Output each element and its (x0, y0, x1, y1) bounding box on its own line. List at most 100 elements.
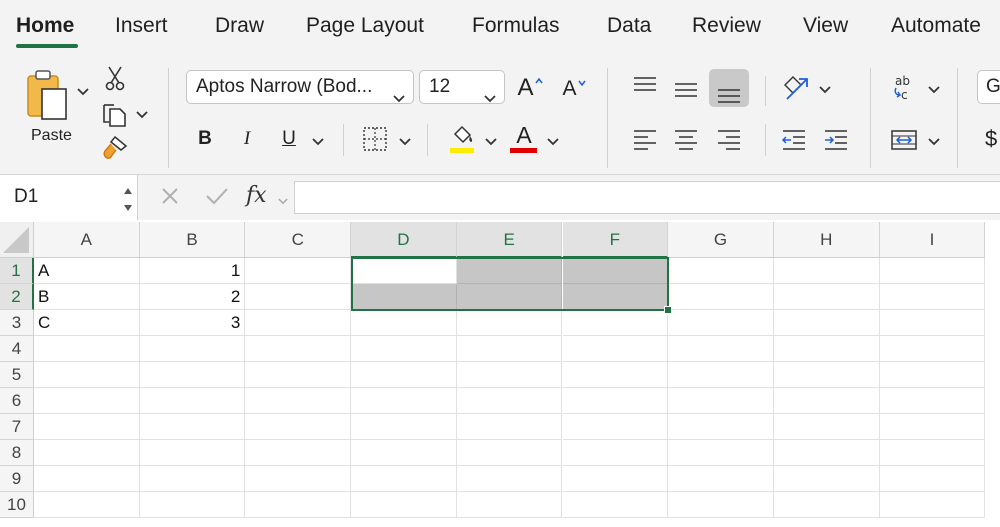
cell-b3[interactable]: 3 (139, 310, 246, 336)
cell-b1[interactable]: 1 (139, 258, 246, 284)
fill-handle[interactable] (664, 306, 672, 314)
cut-button[interactable] (103, 64, 127, 92)
tab-insert[interactable]: Insert (115, 14, 168, 38)
font-name-dropdown[interactable]: Aptos Narrow (Bod... (186, 70, 414, 104)
column-header-e[interactable]: E (456, 222, 563, 258)
cell-d5[interactable] (351, 362, 457, 388)
cell-f3[interactable] (562, 310, 669, 336)
cell-a3[interactable]: C (34, 310, 140, 336)
cell-e1[interactable] (456, 258, 563, 284)
cell-f4[interactable] (562, 336, 669, 362)
cell-h1[interactable] (773, 258, 880, 284)
copy-button[interactable] (100, 100, 128, 128)
cell-c3[interactable] (245, 310, 352, 336)
cell-c7[interactable] (245, 414, 352, 440)
align-top-button[interactable] (631, 72, 659, 100)
cell-c9[interactable] (245, 466, 352, 492)
cell-d7[interactable] (351, 414, 457, 440)
cell-a6[interactable] (34, 388, 140, 414)
cell-f6[interactable] (562, 388, 669, 414)
decrease-indent-button[interactable] (780, 126, 808, 154)
underline-options-chevron[interactable] (312, 136, 324, 148)
cell-a10[interactable] (34, 492, 140, 518)
enter-entry-button[interactable] (205, 186, 229, 212)
row-header-9[interactable]: 9 (0, 466, 34, 492)
cell-b9[interactable] (139, 466, 246, 492)
cell-h10[interactable] (773, 492, 880, 518)
tab-formulas[interactable]: Formulas (472, 14, 560, 38)
cell-h6[interactable] (773, 388, 880, 414)
row-header-4[interactable]: 4 (0, 336, 34, 362)
wrap-text-options-chevron[interactable] (928, 84, 940, 96)
cell-f2[interactable] (562, 284, 669, 310)
borders-button[interactable] (361, 125, 389, 153)
cell-f9[interactable] (562, 466, 669, 492)
cancel-entry-button[interactable] (160, 186, 180, 212)
merge-center-button[interactable] (889, 126, 919, 154)
cell-d3[interactable] (351, 310, 457, 336)
cell-b8[interactable] (139, 440, 246, 466)
column-header-i[interactable]: I (879, 222, 986, 258)
cell-i8[interactable] (879, 440, 986, 466)
underline-button[interactable]: U (276, 124, 302, 154)
name-box[interactable]: D1 (0, 175, 138, 220)
font-color-options-chevron[interactable] (547, 136, 559, 148)
cell-f1[interactable] (562, 258, 669, 284)
function-options-chevron[interactable] (277, 195, 289, 207)
font-size-dropdown[interactable]: 12 (419, 70, 505, 104)
cell-e6[interactable] (456, 388, 563, 414)
cell-i3[interactable] (879, 310, 986, 336)
copy-options-chevron[interactable] (136, 109, 148, 121)
cell-d8[interactable] (351, 440, 457, 466)
align-center-button[interactable] (672, 126, 700, 154)
currency-format-button[interactable]: $ (985, 124, 1000, 154)
italic-button[interactable]: I (234, 124, 260, 154)
orientation-button[interactable] (780, 72, 812, 104)
cell-e7[interactable] (456, 414, 563, 440)
tab-review[interactable]: Review (692, 14, 761, 38)
cell-a2[interactable]: B (34, 284, 140, 310)
wrap-text-button[interactable]: ab c (889, 72, 921, 104)
insert-function-button[interactable]: fx (246, 183, 267, 208)
column-header-h[interactable]: H (773, 222, 880, 258)
cell-d6[interactable] (351, 388, 457, 414)
fill-color-options-chevron[interactable] (485, 136, 497, 148)
cell-d9[interactable] (351, 466, 457, 492)
cell-e3[interactable] (456, 310, 563, 336)
cell-c8[interactable] (245, 440, 352, 466)
cell-e9[interactable] (456, 466, 563, 492)
formula-input[interactable] (294, 181, 1000, 214)
merge-options-chevron[interactable] (928, 136, 940, 148)
cell-d10[interactable] (351, 492, 457, 518)
cell-b10[interactable] (139, 492, 246, 518)
paste-options-chevron[interactable] (77, 86, 89, 98)
bold-button[interactable]: B (192, 124, 218, 154)
cell-e2[interactable] (456, 284, 563, 310)
cell-e4[interactable] (456, 336, 563, 362)
column-header-g[interactable]: G (668, 222, 774, 258)
cell-i5[interactable] (879, 362, 986, 388)
tab-home[interactable]: Home (16, 14, 74, 38)
cell-b5[interactable] (139, 362, 246, 388)
cell-h2[interactable] (773, 284, 880, 310)
cell-a9[interactable] (34, 466, 140, 492)
cell-i6[interactable] (879, 388, 986, 414)
cell-c10[interactable] (245, 492, 352, 518)
row-header-7[interactable]: 7 (0, 414, 34, 440)
align-right-button[interactable] (715, 126, 743, 154)
increase-indent-button[interactable] (822, 126, 850, 154)
column-header-f[interactable]: F (562, 222, 669, 258)
borders-options-chevron[interactable] (399, 136, 411, 148)
row-header-5[interactable]: 5 (0, 362, 34, 388)
cell-g5[interactable] (668, 362, 774, 388)
cell-h5[interactable] (773, 362, 880, 388)
cell-h8[interactable] (773, 440, 880, 466)
name-box-up-arrow[interactable] (123, 183, 133, 194)
row-header-1[interactable]: 1 (0, 258, 34, 284)
cell-f10[interactable] (562, 492, 669, 518)
cell-c4[interactable] (245, 336, 352, 362)
cell-h3[interactable] (773, 310, 880, 336)
cell-i10[interactable] (879, 492, 986, 518)
cell-f7[interactable] (562, 414, 669, 440)
cell-c5[interactable] (245, 362, 352, 388)
